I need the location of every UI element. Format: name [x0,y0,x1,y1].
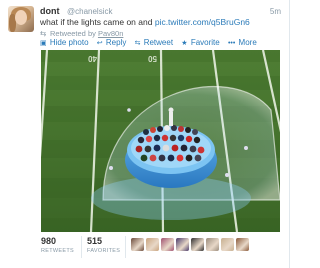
tweet-body: what if the lights came on and [40,17,155,27]
retweet-button[interactable]: ⇆ Retweet [135,38,173,47]
stadium-field-image: 40 50 [41,50,280,232]
favoriter-avatar[interactable] [221,238,234,251]
hide-photo-button[interactable]: ▣ Hide photo [40,38,89,47]
tweet-card[interactable]: dont @chanelsick 5m what if the lights c… [0,0,290,268]
reply-button[interactable]: ↩ Reply [97,38,127,47]
favoriter-avatar[interactable] [191,238,204,251]
stat-divider [81,236,82,258]
more-dots-icon: ••• [227,40,236,47]
retweeted-by-label: Retweeted by [50,29,98,38]
favoriter-avatar[interactable] [206,238,219,251]
favoriter-avatar[interactable] [176,238,189,251]
retweet-label: Retweet [143,38,174,47]
favorite-button[interactable]: ★ Favorite [181,38,219,47]
display-name[interactable]: dont [40,6,60,16]
favorites-label: FAVORITES [87,248,121,254]
retweet-small-icon: ⇆ [40,29,47,38]
tweet-photo[interactable]: 40 50 [41,50,280,232]
hide-photo-label: Hide photo [49,38,89,47]
svg-text:40: 40 [88,54,97,63]
retweets-stat[interactable]: 980 RETWEETS [41,236,74,254]
user-handle[interactable]: @chanelsick [67,7,112,16]
more-button[interactable]: ••• More [228,38,257,47]
favoriter-avatars [131,238,249,251]
retweeted-by: ⇆ Retweeted by Pav80n [40,29,123,38]
favoriter-avatar[interactable] [131,238,144,251]
reply-label: Reply [105,38,127,47]
retweet-icon: ⇆ [134,40,141,47]
photo-link[interactable]: pic.twitter.com/q5BruGn6 [155,17,250,27]
retweets-count: 980 [41,236,57,246]
favoriter-avatar[interactable] [236,238,249,251]
favoriter-avatar[interactable] [161,238,174,251]
favoriter-avatar[interactable] [146,238,159,251]
timestamp[interactable]: 5m [270,7,281,16]
avatar[interactable] [8,6,34,32]
favorite-label: Favorite [190,38,220,47]
reply-icon: ↩ [96,40,103,47]
more-label: More [238,38,257,47]
photo-icon: ▣ [40,40,47,47]
favorites-stat[interactable]: 515 FAVORITES [87,236,120,254]
retweets-label: RETWEETS [41,248,74,254]
favorites-count: 515 [87,236,103,246]
stat-divider [125,236,126,258]
svg-text:50: 50 [148,54,157,63]
tweet-text: what if the lights came on and pic.twitt… [40,17,250,27]
star-icon: ★ [181,40,188,47]
tweet-actions: ▣ Hide photo ↩ Reply ⇆ Retweet ★ Favorit… [40,38,263,47]
retweeter-link[interactable]: Pav80n [98,29,123,38]
